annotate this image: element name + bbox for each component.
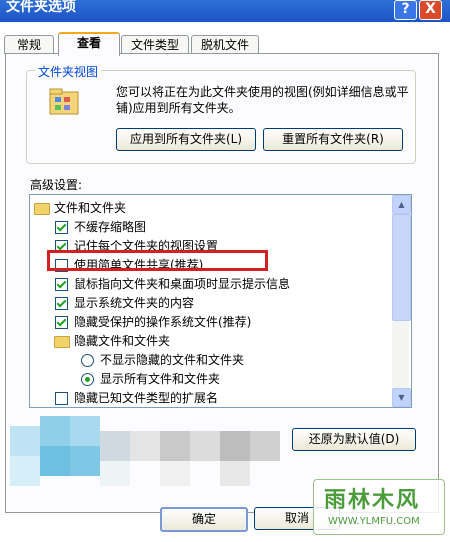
- radio-button[interactable]: [81, 354, 94, 367]
- tab-view[interactable]: 查看: [58, 32, 120, 56]
- watermark-name: 雨林木风: [324, 488, 421, 513]
- title-bar: 文件夹选项 ? X: [0, 0, 450, 22]
- window-title: 文件夹选项: [6, 0, 76, 15]
- list-item-label: 不显示隐藏的文件和文件夹: [100, 353, 245, 367]
- list-item-label: 隐藏已知文件类型的扩展名: [74, 391, 219, 405]
- tab-general[interactable]: 常规: [4, 35, 54, 54]
- tab-file-types[interactable]: 文件类型: [121, 35, 189, 54]
- scroll-down-icon[interactable]: ▼: [392, 388, 411, 407]
- list-item-label: 显示所有文件和文件夹: [100, 372, 221, 386]
- checkbox[interactable]: [55, 316, 68, 329]
- folder-icon: [34, 203, 50, 215]
- vertical-scrollbar[interactable]: ▲ ▼: [392, 195, 411, 407]
- advanced-settings-list[interactable]: 文件和文件夹 不缓存缩略图 记住每个文件夹的视图设置 使用简单文件共享(推荐) …: [29, 194, 412, 408]
- checkbox[interactable]: [55, 392, 68, 405]
- list-item-label: 隐藏文件和文件夹: [74, 334, 171, 348]
- watermark-logo: 雨林木风 WWW.YLMFU.COM: [313, 479, 445, 535]
- highlight-box: [47, 250, 268, 271]
- close-button[interactable]: X: [419, 0, 442, 20]
- folder-views-description: 您可以将正在为此文件夹使用的视图(例如详细信息或平铺)应用到所有文件夹。: [116, 85, 409, 115]
- restore-defaults-button[interactable]: 还原为默认值(D): [292, 428, 416, 451]
- ok-button[interactable]: 确定: [160, 507, 248, 532]
- list-item-label: 隐藏受保护的操作系统文件(推荐): [74, 315, 252, 329]
- scroll-thumb[interactable]: [392, 214, 411, 321]
- list-item-label: 显示系统文件夹的内容: [74, 296, 195, 310]
- checkbox[interactable]: [55, 297, 68, 310]
- checkbox[interactable]: [55, 278, 68, 291]
- list-item-label: 不缓存缩略图: [74, 220, 147, 234]
- watermark-url: WWW.YLMFU.COM: [328, 516, 420, 527]
- radio-button[interactable]: [81, 373, 94, 386]
- list-item-label: 文件和文件夹: [54, 201, 127, 215]
- checkbox[interactable]: [55, 221, 68, 234]
- list-item-label: 鼠标指向文件夹和桌面项时显示提示信息: [74, 277, 291, 291]
- tab-offline-files[interactable]: 脱机文件: [191, 35, 259, 54]
- folder-views-title: 文件夹视图: [35, 63, 102, 80]
- reset-all-folders-button[interactable]: 重置所有文件夹(R): [263, 128, 403, 151]
- advanced-settings-label: 高级设置:: [30, 178, 83, 192]
- mosaic-blur: [10, 416, 300, 496]
- folder-view-icon: [49, 88, 79, 115]
- help-button[interactable]: ?: [394, 0, 417, 20]
- apply-to-all-folders-button[interactable]: 应用到所有文件夹(L): [116, 128, 256, 151]
- scroll-up-icon[interactable]: ▲: [392, 195, 411, 214]
- folder-icon: [54, 336, 70, 348]
